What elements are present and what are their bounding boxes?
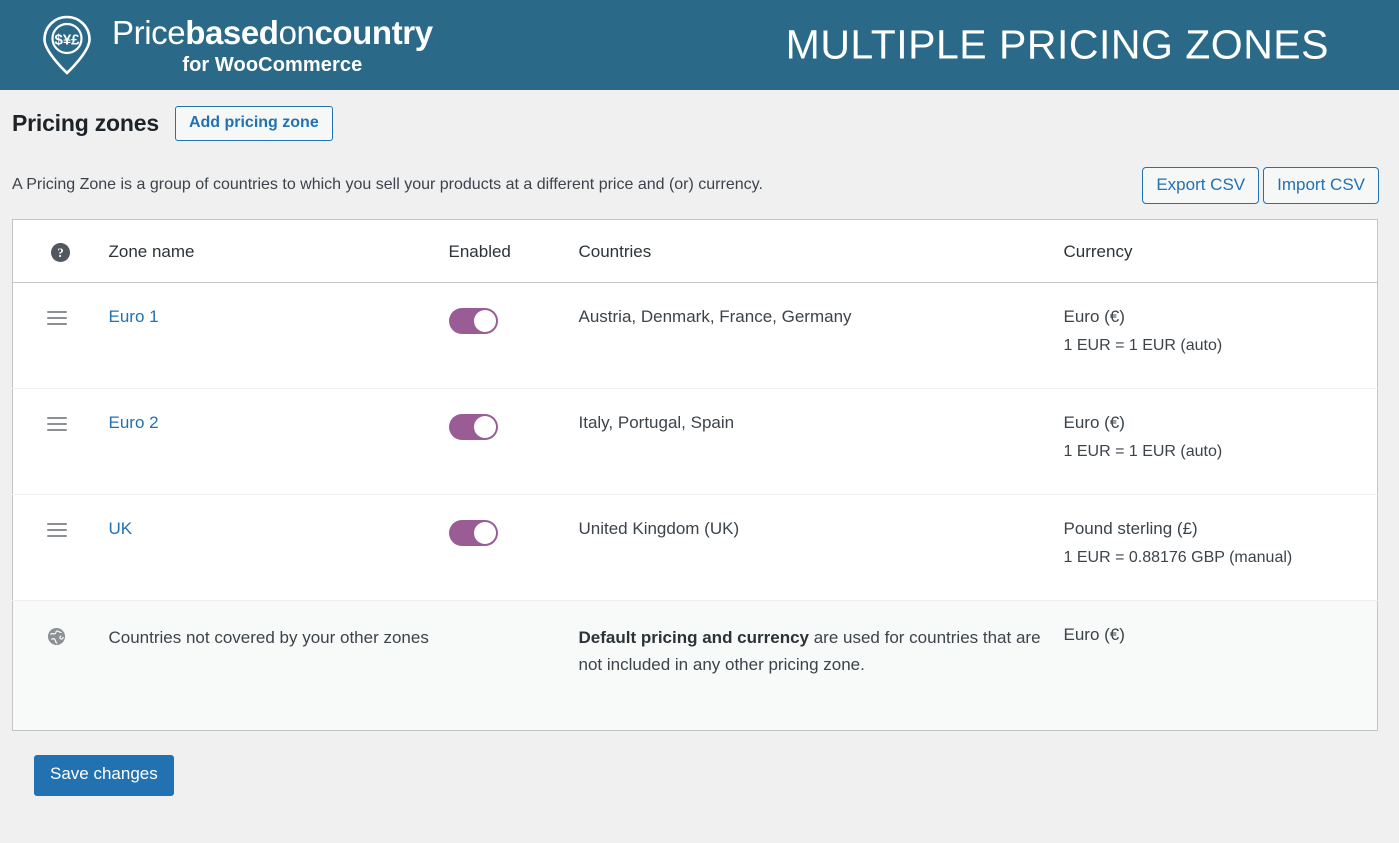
map-pin-currency-icon: $¥£ [36, 14, 98, 76]
toggle-knob [473, 416, 496, 439]
banner-title: MULTIPLE PRICING ZONES [785, 21, 1329, 68]
default-currency-cell: Euro (€) [1063, 600, 1378, 731]
column-countries: Countries [578, 219, 1064, 284]
row-enabled-cell [448, 282, 579, 390]
page-content: Pricing zones Add pricing zone A Pricing… [0, 90, 1399, 796]
brand-word-price: Price [112, 13, 186, 51]
currency-rate: 1 EUR = 1 EUR (auto) [1063, 443, 1223, 461]
brand-word-country: country [314, 13, 433, 51]
currency-rate: 1 EUR = 1 EUR (auto) [1063, 337, 1223, 355]
drag-handle-icon[interactable] [47, 519, 67, 538]
row-enabled-cell [448, 388, 579, 496]
row-enabled-cell [448, 494, 579, 602]
row-currency-cell: Pound sterling (£) 1 EUR = 0.88176 GBP (… [1063, 494, 1378, 602]
row-zone-name-cell: Euro 1 [108, 282, 449, 390]
row-drag-cell [12, 282, 109, 390]
table-header-row: ? Zone name Enabled Countries Currency [12, 219, 1378, 284]
add-pricing-zone-button[interactable]: Add pricing zone [174, 106, 333, 141]
brand-logo: $¥£ Pricebasedoncountry for WooCommerce [36, 14, 433, 76]
import-csv-button[interactable]: Import CSV [1263, 166, 1379, 205]
page-header: Pricing zones Add pricing zone [12, 90, 1377, 141]
currency-name: Pound sterling (£) [1063, 519, 1198, 539]
page-description: A Pricing Zone is a group of countries t… [12, 176, 763, 194]
csv-button-group: Export CSV Import CSV [1142, 166, 1379, 205]
row-countries-cell: United Kingdom (UK) [578, 494, 1064, 602]
table-header: ? Zone name Enabled Countries Currency [12, 219, 1378, 284]
row-currency-cell: Euro (€) 1 EUR = 1 EUR (auto) [1063, 282, 1378, 390]
row-drag-cell [12, 388, 109, 496]
default-icon-cell [12, 600, 109, 731]
currency-name: Euro (€) [1063, 307, 1125, 327]
export-csv-button[interactable]: Export CSV [1142, 166, 1260, 205]
zone-name-link[interactable]: Euro 1 [109, 307, 159, 326]
default-zone-description: Default pricing and currency are used fo… [578, 600, 1064, 731]
svg-text:$¥£: $¥£ [54, 32, 80, 49]
table-row: Euro 1 Austria, Denmark, France, Germany… [12, 282, 1378, 390]
globe-icon [47, 627, 66, 651]
pricing-zones-table: ? Zone name Enabled Countries Currency E… [12, 219, 1378, 732]
column-zone-name: Zone name [108, 219, 449, 284]
enabled-toggle[interactable] [448, 414, 498, 441]
column-enabled: Enabled [448, 219, 579, 284]
default-enabled-cell [448, 600, 579, 731]
row-zone-name-cell: Euro 2 [108, 388, 449, 496]
zone-name-link[interactable]: UK [109, 519, 133, 538]
save-changes-button[interactable]: Save changes [34, 755, 174, 796]
table-row: UK United Kingdom (UK) Pound sterling (£… [12, 494, 1378, 602]
column-help: ? [12, 219, 109, 284]
column-currency: Currency [1063, 219, 1378, 284]
row-drag-cell [12, 494, 109, 602]
brand-word-based: based [185, 13, 279, 51]
footer-actions: Save changes [22, 731, 1377, 796]
app-banner: $¥£ Pricebasedoncountry for WooCommerce … [0, 0, 1399, 90]
enabled-toggle[interactable] [448, 520, 498, 547]
default-description-bold: Default pricing and currency [578, 628, 810, 648]
row-countries-cell: Italy, Portugal, Spain [578, 388, 1064, 496]
drag-handle-icon[interactable] [47, 413, 67, 432]
default-zone-label: Countries not covered by your other zone… [108, 600, 449, 731]
page-title: Pricing zones [12, 109, 159, 136]
brand-word-on: on [278, 13, 315, 51]
drag-handle-icon[interactable] [47, 307, 67, 326]
toggle-knob [473, 310, 496, 333]
row-currency-cell: Euro (€) 1 EUR = 1 EUR (auto) [1063, 388, 1378, 496]
default-zone-row: Countries not covered by your other zone… [12, 600, 1378, 731]
help-icon[interactable]: ? [51, 243, 70, 263]
currency-name: Euro (€) [1063, 413, 1125, 433]
table-row: Euro 2 Italy, Portugal, Spain Euro (€) 1… [12, 388, 1378, 496]
toggle-knob [473, 522, 496, 545]
default-currency-name: Euro (€) [1063, 625, 1125, 645]
description-row: A Pricing Zone is a group of countries t… [12, 166, 1379, 205]
zone-name-link[interactable]: Euro 2 [109, 413, 159, 432]
currency-rate: 1 EUR = 0.88176 GBP (manual) [1063, 549, 1293, 567]
enabled-toggle[interactable] [448, 308, 498, 335]
row-countries-cell: Austria, Denmark, France, Germany [578, 282, 1064, 390]
table-body: Euro 1 Austria, Denmark, France, Germany… [12, 282, 1378, 731]
brand-subtitle: for WooCommerce [182, 53, 363, 76]
row-zone-name-cell: UK [108, 494, 449, 602]
